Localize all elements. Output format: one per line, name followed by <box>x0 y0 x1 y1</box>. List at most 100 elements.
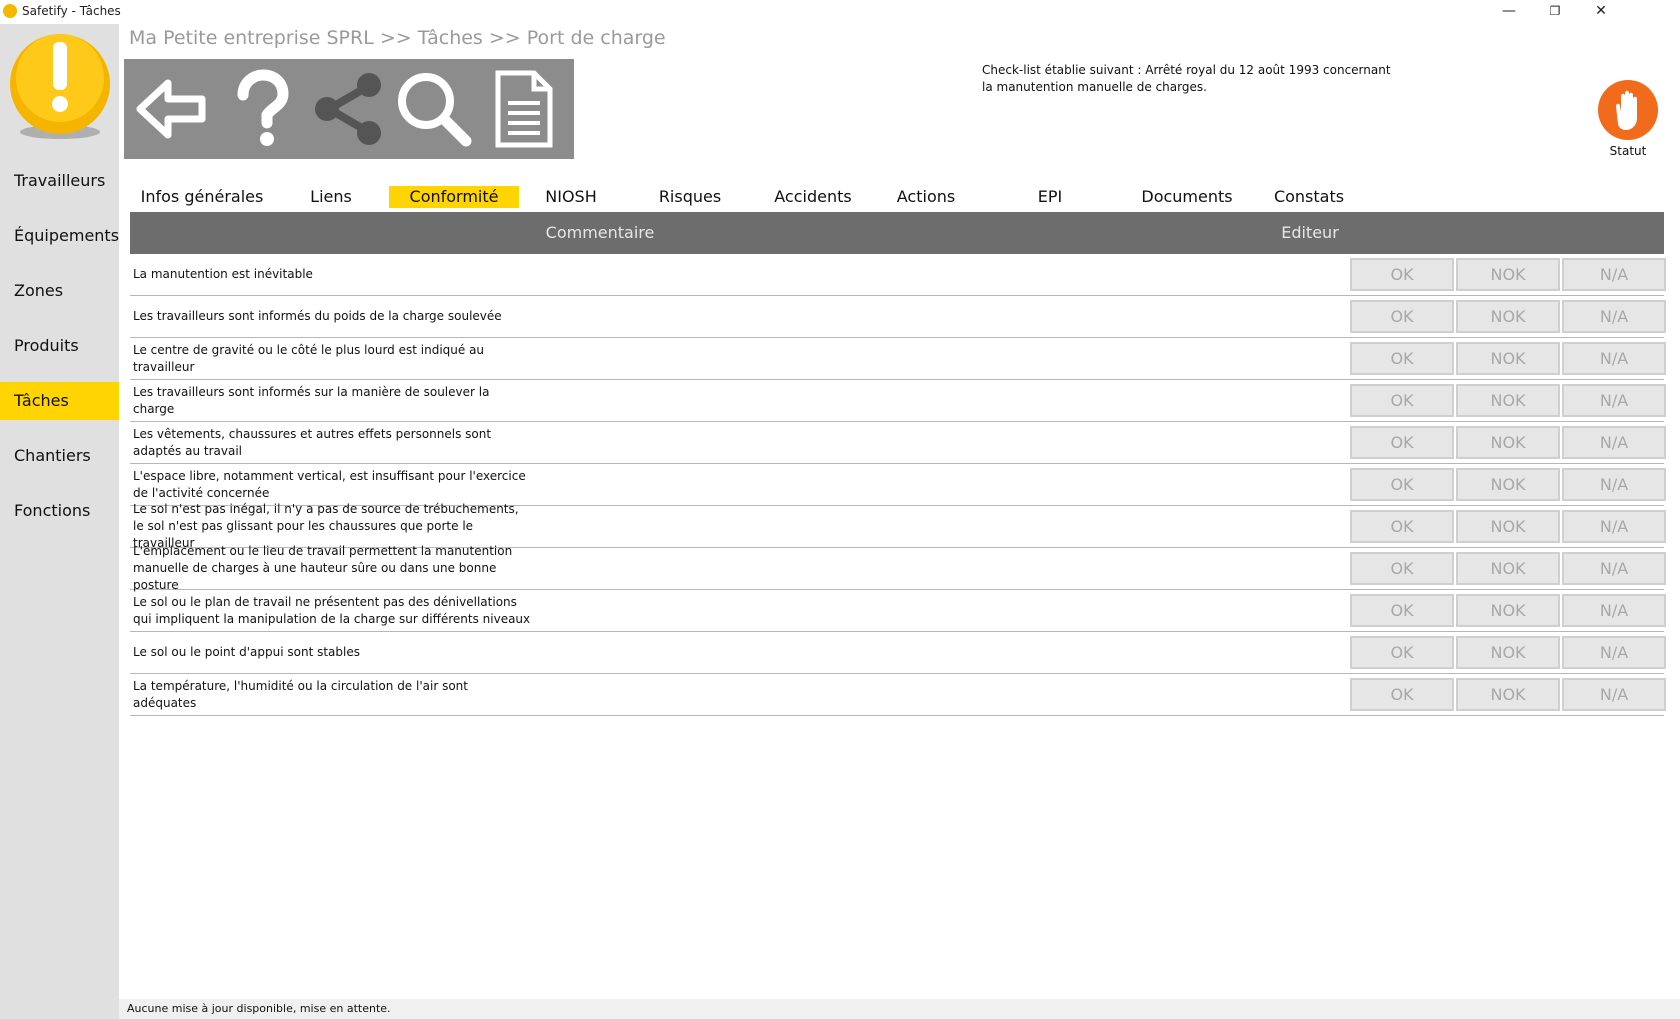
na-button[interactable]: N/A <box>1562 510 1666 543</box>
na-button[interactable]: N/A <box>1562 258 1666 291</box>
answer-choices: OK NOK N/A <box>1350 552 1666 585</box>
tab-liens[interactable]: Liens <box>296 186 366 208</box>
ok-button[interactable]: OK <box>1350 426 1454 459</box>
ok-button[interactable]: OK <box>1350 552 1454 585</box>
breadcrumb: Ma Petite entreprise SPRL >> Tâches >> P… <box>129 27 666 49</box>
restore-button[interactable]: ❐ <box>1532 0 1578 24</box>
na-button[interactable]: N/A <box>1562 342 1666 375</box>
tab-epi[interactable]: EPI <box>1030 186 1070 208</box>
answer-choices: OK NOK N/A <box>1350 594 1666 627</box>
answer-choices: OK NOK N/A <box>1350 300 1666 333</box>
row-question: Le centre de gravité ou le côté le plus … <box>133 342 485 374</box>
sidebar-item-taches[interactable]: Tâches <box>0 382 119 420</box>
na-button[interactable]: N/A <box>1562 468 1666 501</box>
sidebar-item-fonctions[interactable]: Fonctions <box>0 492 119 530</box>
ok-button[interactable]: OK <box>1350 342 1454 375</box>
ok-button[interactable]: OK <box>1350 510 1454 543</box>
sidebar-item-produits[interactable]: Produits <box>0 327 119 365</box>
table-row: La température, l'humidité ou la circula… <box>130 674 1666 716</box>
table-row: Les travailleurs sont informés sur la ma… <box>130 380 1666 422</box>
ok-button[interactable]: OK <box>1350 384 1454 417</box>
app-icon <box>3 4 17 18</box>
table-row: Le centre de gravité ou le côté le plus … <box>130 338 1666 380</box>
row-question: Les vêtements, chaussures et autres effe… <box>133 426 492 458</box>
answer-choices: OK NOK N/A <box>1350 258 1666 291</box>
nok-button[interactable]: NOK <box>1456 636 1560 669</box>
nok-button[interactable]: NOK <box>1456 678 1560 711</box>
sidebar: Travailleurs Équipements Zones Produits … <box>0 24 119 1019</box>
checklist-rows: La manutention est inévitable OK NOK N/A Les… <box>130 254 1666 716</box>
share-icon[interactable] <box>309 69 389 149</box>
answer-choices: OK NOK N/A <box>1350 678 1666 711</box>
tab-constats[interactable]: Constats <box>1264 186 1354 208</box>
na-button[interactable]: N/A <box>1562 300 1666 333</box>
table-row: L'espace libre, notamment vertical, est … <box>130 464 1666 506</box>
document-icon[interactable] <box>484 69 564 149</box>
row-question: Les travailleurs sont informés du poids … <box>133 309 502 323</box>
tab-conformite[interactable]: Conformité <box>389 186 519 208</box>
row-question: L'espace libre, notamment vertical, est … <box>133 468 526 500</box>
toolbar <box>124 59 574 159</box>
ok-button[interactable]: OK <box>1350 678 1454 711</box>
status-bar: Aucune mise à jour disponible, mise en a… <box>119 999 1680 1019</box>
row-question: Les travailleurs sont informés sur la ma… <box>133 384 490 416</box>
na-button[interactable]: N/A <box>1562 384 1666 417</box>
row-question: La manutention est inévitable <box>133 267 313 281</box>
minimize-button[interactable]: — <box>1486 0 1532 24</box>
checklist-reference: Check-list établie suivant : Arrêté roya… <box>982 63 1391 94</box>
row-question: Le sol n'est pas inégal, il n'y a pas de… <box>133 502 519 550</box>
statut-label: Statut <box>1609 144 1647 158</box>
ok-button[interactable]: OK <box>1350 468 1454 501</box>
nok-button[interactable]: NOK <box>1456 426 1560 459</box>
na-button[interactable]: N/A <box>1562 594 1666 627</box>
table-row: La manutention est inévitable OK NOK N/A <box>130 254 1666 296</box>
nok-button[interactable]: NOK <box>1456 468 1560 501</box>
nok-button[interactable]: NOK <box>1456 300 1560 333</box>
tab-documents[interactable]: Documents <box>1134 186 1240 208</box>
na-button[interactable]: N/A <box>1562 678 1666 711</box>
tab-infos-generales[interactable]: Infos générales <box>134 186 270 208</box>
row-question: Le sol ou le point d'appui sont stables <box>133 645 360 659</box>
nok-button[interactable]: NOK <box>1456 342 1560 375</box>
na-button[interactable]: N/A <box>1562 552 1666 585</box>
nok-button[interactable]: NOK <box>1456 594 1560 627</box>
search-icon[interactable] <box>394 69 474 149</box>
answer-choices: OK NOK N/A <box>1350 426 1666 459</box>
statut-button[interactable] <box>1598 80 1658 140</box>
sidebar-item-travailleurs[interactable]: Travailleurs <box>0 162 119 200</box>
sidebar-item-equipements[interactable]: Équipements <box>0 217 119 255</box>
ok-button[interactable]: OK <box>1350 636 1454 669</box>
warning-logo-icon <box>10 34 110 139</box>
tab-bar: Infos générales Liens Conformité NIOSH R… <box>130 186 1670 208</box>
header-editeur: Editeur <box>1281 223 1339 242</box>
nok-button[interactable]: NOK <box>1456 258 1560 291</box>
back-icon[interactable] <box>132 69 212 149</box>
close-button[interactable]: ✕ <box>1578 0 1624 24</box>
title-bar: Safetify - Tâches — ❐ ✕ <box>0 0 1680 24</box>
row-question: L'emplacement ou le lieu de travail perm… <box>133 544 513 592</box>
ok-button[interactable]: OK <box>1350 258 1454 291</box>
header-commentaire: Commentaire <box>545 223 655 242</box>
help-icon[interactable] <box>221 69 301 149</box>
ok-button[interactable]: OK <box>1350 594 1454 627</box>
ok-button[interactable]: OK <box>1350 300 1454 333</box>
sidebar-item-chantiers[interactable]: Chantiers <box>0 437 119 475</box>
answer-choices: OK NOK N/A <box>1350 468 1666 501</box>
row-question: Le sol ou le plan de travail ne présente… <box>133 594 531 626</box>
nok-button[interactable]: NOK <box>1456 510 1560 543</box>
table-row: Le sol ou le point d'appui sont stables O… <box>130 632 1666 674</box>
na-button[interactable]: N/A <box>1562 426 1666 459</box>
row-question: La température, l'humidité ou la circula… <box>133 678 468 710</box>
tab-risques[interactable]: Risques <box>650 186 730 208</box>
na-button[interactable]: N/A <box>1562 636 1666 669</box>
tab-accidents[interactable]: Accidents <box>766 186 860 208</box>
tab-niosh[interactable]: NIOSH <box>536 186 606 208</box>
answer-choices: OK NOK N/A <box>1350 342 1666 375</box>
table-row: Le sol n'est pas inégal, il n'y a pas de… <box>130 502 1666 550</box>
answer-choices: OK NOK N/A <box>1350 384 1666 417</box>
sidebar-item-zones[interactable]: Zones <box>0 272 119 310</box>
hand-stop-icon <box>1616 90 1637 130</box>
tab-actions[interactable]: Actions <box>886 186 966 208</box>
nok-button[interactable]: NOK <box>1456 384 1560 417</box>
nok-button[interactable]: NOK <box>1456 552 1560 585</box>
